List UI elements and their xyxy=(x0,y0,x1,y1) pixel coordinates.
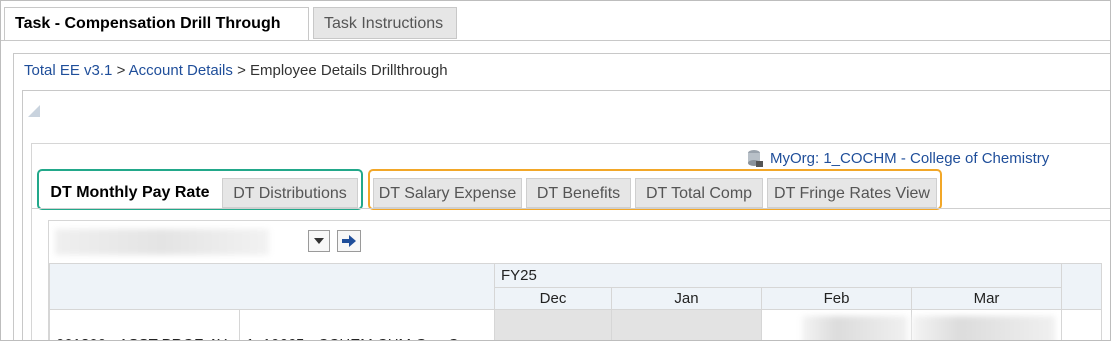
data-cell-dec[interactable] xyxy=(494,309,612,340)
month-header: Jan xyxy=(611,287,762,310)
tab-dt-total-comp[interactable]: DT Total Comp xyxy=(635,178,763,208)
task-tab-bar: Task - Compensation Drill Through Task I… xyxy=(1,1,1110,41)
pay-rate-grid: FY25 Dec Jan Feb Mar 001300 - ASST PROF-… xyxy=(49,263,1102,340)
task-window: Task - Compensation Drill Through Task I… xyxy=(0,0,1111,341)
breadcrumb-total-ee[interactable]: Total EE v3.1 xyxy=(24,62,112,79)
table-row: 001300 - ASST PROF-AY 1_10665 - CCHEM CH… xyxy=(49,309,1102,340)
tab-bar-divider xyxy=(1,40,1110,41)
month-header: Dec xyxy=(494,287,612,310)
go-button[interactable] xyxy=(337,230,361,252)
tab-compensation-drill-through[interactable]: Task - Compensation Drill Through xyxy=(4,7,309,41)
tab-dt-fringe-rates-view[interactable]: DT Fringe Rates View xyxy=(767,178,937,208)
tab-dt-benefits[interactable]: DT Benefits xyxy=(526,178,631,208)
content-panel: Total EE v3.1 > Account Details > Employ… xyxy=(13,53,1110,340)
position-cell: 001300 - ASST PROF-AY xyxy=(49,309,240,340)
data-cell-jan[interactable] xyxy=(611,309,762,340)
breadcrumb-separator: > xyxy=(116,62,126,79)
tab-dt-salary-expense[interactable]: DT Salary Expense xyxy=(373,178,522,208)
pov-dropdown-button[interactable] xyxy=(308,230,330,252)
breadcrumb-separator: > xyxy=(237,62,246,79)
form-container: MyOrg: 1_COCHM - College of Chemistry DT… xyxy=(22,90,1110,340)
breadcrumb-account-details[interactable]: Account Details xyxy=(129,62,233,79)
tab-dt-monthly-pay-rate[interactable]: DT Monthly Pay Rate xyxy=(41,178,219,208)
month-header: Feb xyxy=(761,287,912,310)
server-icon xyxy=(748,150,763,167)
form-area: MyOrg: 1_COCHM - College of Chemistry DT… xyxy=(31,143,1110,340)
org-selector[interactable]: MyOrg: 1_COCHM - College of Chemistry xyxy=(744,148,1049,168)
pov-selector-redacted[interactable] xyxy=(55,229,269,255)
org-label[interactable]: MyOrg: 1_COCHM - College of Chemistry xyxy=(770,150,1049,167)
subtab-divider xyxy=(32,208,1110,209)
tab-task-instructions[interactable]: Task Instructions xyxy=(313,7,457,39)
arrow-right-icon xyxy=(342,235,356,247)
data-cell-extra[interactable] xyxy=(1061,309,1102,340)
chevron-down-icon xyxy=(314,238,324,244)
year-header: FY25 xyxy=(494,263,1062,288)
grid-corner-header xyxy=(49,263,495,310)
account-cell: 1_10665 - CCHEM CHM Gen Ops xyxy=(239,309,495,340)
breadcrumb-employee-details: Employee Details Drillthrough xyxy=(250,62,448,79)
collapse-triangle-icon[interactable] xyxy=(28,105,40,117)
data-cell-mar[interactable] xyxy=(911,309,1062,340)
tab-dt-distributions[interactable]: DT Distributions xyxy=(222,178,358,208)
grid-extra-header xyxy=(1061,263,1102,310)
data-cell-feb[interactable] xyxy=(761,309,912,340)
data-grid-area: FY25 Dec Jan Feb Mar 001300 - ASST PROF-… xyxy=(48,220,1110,340)
breadcrumb: Total EE v3.1 > Account Details > Employ… xyxy=(24,62,448,79)
month-header: Mar xyxy=(911,287,1062,310)
